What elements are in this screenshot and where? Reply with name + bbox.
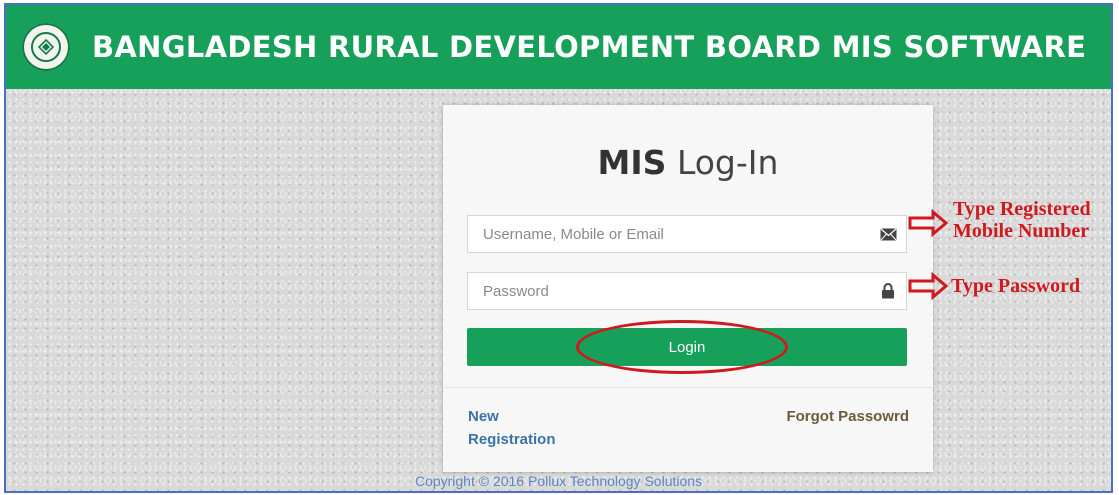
app-header: BANGLADESH RURAL DEVELOPMENT BOARD MIS S… (6, 5, 1111, 89)
new-registration-link[interactable]: New Registration (468, 405, 568, 451)
right-arrow-icon (908, 209, 949, 237)
login-card: MIS Log-In Login (443, 105, 933, 472)
lock-icon (870, 283, 906, 299)
login-title-bold: MIS (597, 143, 667, 182)
envelope-icon (870, 228, 906, 241)
password-annotation: Type Password (907, 272, 1080, 300)
login-button[interactable]: Login (467, 328, 907, 366)
password-note: Type Password (951, 275, 1081, 297)
username-note-line2: Mobile Number (953, 220, 1090, 242)
login-title: MIS Log-In (443, 143, 933, 182)
card-divider (443, 387, 933, 388)
copyright-text: Copyright © 2016 Pollux Technology Solut… (414, 473, 703, 489)
brdb-emblem-icon (22, 23, 70, 71)
app-title: BANGLADESH RURAL DEVELOPMENT BOARD MIS S… (92, 30, 1087, 64)
password-input[interactable] (468, 272, 870, 310)
username-note-line1: Type Registered (953, 198, 1091, 220)
login-title-light: Log-In (676, 143, 779, 182)
page-frame: BANGLADESH RURAL DEVELOPMENT BOARD MIS S… (4, 3, 1113, 493)
right-arrow-icon (908, 272, 949, 300)
password-field[interactable] (467, 272, 907, 310)
forgot-password-link[interactable]: Forgot Passowrd (786, 405, 909, 428)
username-field[interactable] (467, 215, 907, 253)
username-annotation: Type Registered Mobile Number (907, 198, 1091, 242)
username-input[interactable] (468, 215, 870, 253)
